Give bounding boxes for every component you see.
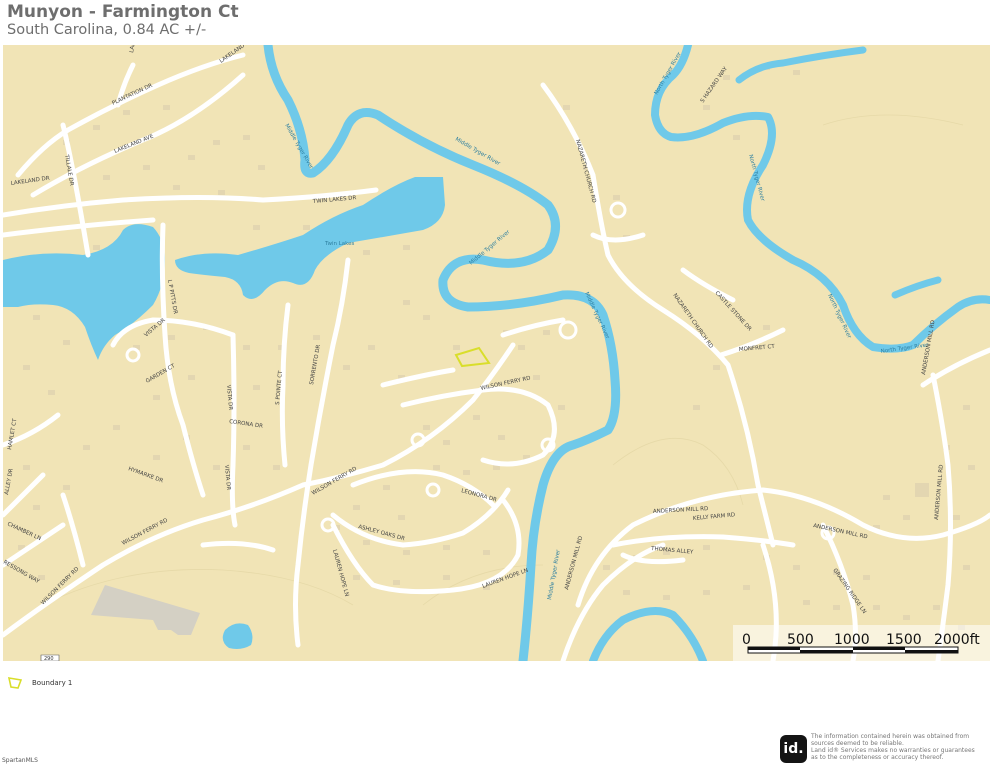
parcel-map[interactable]: PLANTATION DR LAKELAND AVE LAKELAND AVE … <box>3 45 990 661</box>
boundary-legend-icon <box>8 677 23 689</box>
scale-label-500: 500 <box>787 632 814 648</box>
scale-bar: 0 500 1000 1500 2000ft <box>733 625 990 661</box>
boundary-legend-label: Boundary 1 <box>32 679 73 687</box>
scale-label-1500: 1500 <box>886 632 922 648</box>
scale-bar-seg-3 <box>853 647 905 650</box>
scale-label-0: 0 <box>742 632 751 648</box>
scale-label-1000: 1000 <box>834 632 870 648</box>
route-shield-number: 290 <box>44 656 54 661</box>
mls-logo: SpartanMLS <box>2 757 38 764</box>
disclaimer-line: as to the completeness or accuracy there… <box>811 754 944 761</box>
disclaimer-line: sources deemed to be reliable. <box>811 740 904 747</box>
scale-bar-seg-4 <box>905 650 958 653</box>
route-shield: 290 <box>40 654 60 661</box>
land-id-logo: id. <box>780 735 807 763</box>
scale-label-2000ft: 2000ft <box>934 632 980 648</box>
disclaimer-text: The information contained herein was obt… <box>811 733 991 761</box>
label-twin-lakes: Twin Lakes <box>324 241 355 247</box>
disclaimer-line: Land id® Services makes no warranties or… <box>811 747 975 754</box>
disclaimer-line: The information contained herein was obt… <box>811 733 970 740</box>
map-subtitle: South Carolina, 0.84 AC +/- <box>7 22 207 38</box>
scale-bar-seg-2 <box>800 650 853 653</box>
scale-bar-seg-1 <box>748 647 800 650</box>
map-title: Munyon - Farmington Ct <box>7 2 239 22</box>
